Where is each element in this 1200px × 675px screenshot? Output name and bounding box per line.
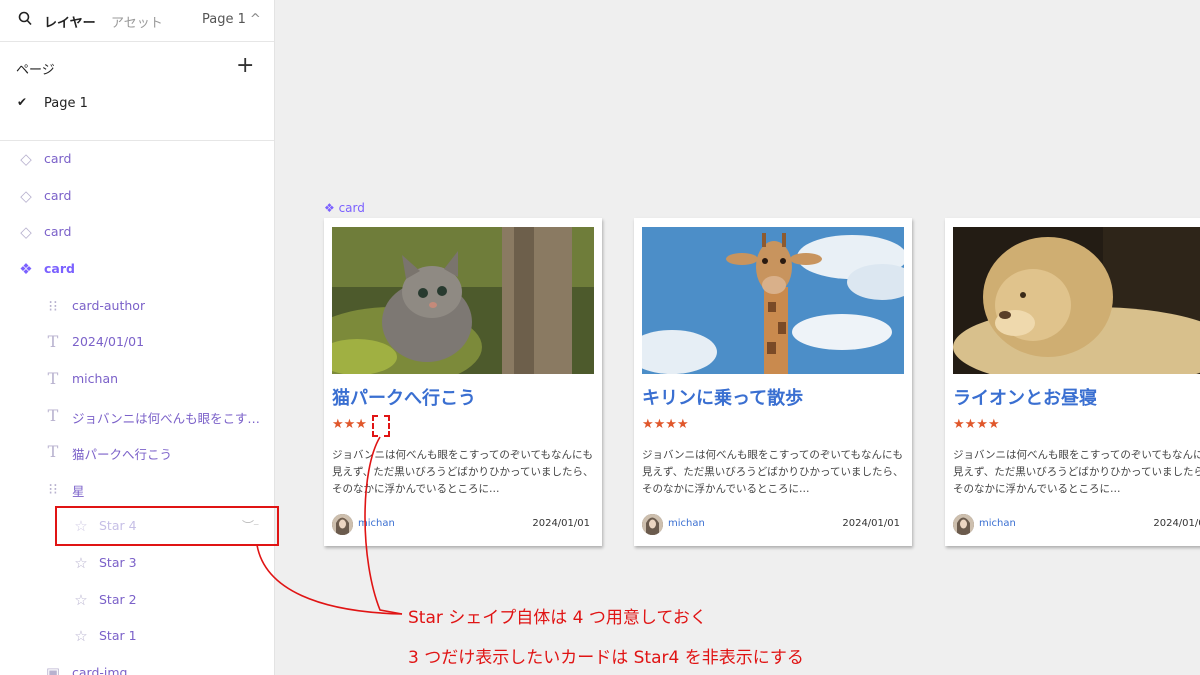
card-body: ジョバンニは何べんも眼をこすってのぞいてもなんにも見えず、ただ黒いびろうどばかり… [642,449,904,495]
layer-item[interactable]: T ジョバンニは何べんも眼をこす… [0,402,274,430]
page-select[interactable]: Page 1 ^ [202,12,261,27]
tab-layers[interactable]: レイヤー [44,12,96,31]
component-instance-icon: ◇ [20,223,32,241]
layer-label: card [44,151,72,166]
layer-label: card-img [72,665,128,675]
component-main-icon: ❖ [324,201,339,215]
star-icon: ☆ [74,627,88,645]
annotation-line-2: 3 つだけ表示したいカードは Star4 を非表示にする [408,648,804,668]
layer-item[interactable]: T 2024/01/01 [0,328,274,356]
card[interactable]: 猫パークへ行こう ★★★ ジョバンニは何べんも眼をこすってのぞいてもなんにも見え… [324,218,602,546]
pages-header: ページ + [0,52,274,82]
page-item-label: Page 1 [44,96,88,111]
search-icon[interactable] [18,11,32,31]
frame-label-text: card [338,201,365,215]
card-date: 2024/01/01 [1153,518,1200,529]
layer-item[interactable]: ◇ card [0,145,274,173]
card-title: ライオンとお昼寝 [953,388,1097,409]
layer-label: card [44,224,72,239]
card-image [953,227,1200,374]
card-rating: ★★★★ [642,417,689,432]
check-icon: ✔ [17,95,28,109]
layer-label: card-author [72,298,146,313]
layer-item-selected[interactable]: ❖ card [0,255,274,283]
layer-label: 星 [72,484,85,499]
annotation-line-1: Star シェイプ自体は 4 つ用意しておく [408,608,707,628]
component-instance-icon: ◇ [20,187,32,205]
text-icon: T [47,332,59,351]
avatar [642,514,663,535]
tab-assets[interactable]: アセット [111,12,163,31]
card-image [642,227,904,374]
text-icon: T [47,406,59,425]
card[interactable]: ライオンとお昼寝 ★★★★ ジョバンニは何べんも眼をこすってのぞいてもなんにも見… [945,218,1200,546]
frame-icon: ⁝⁝ [48,297,58,315]
hidden-star-placeholder [372,415,390,437]
avatar [953,514,974,535]
component-main-icon: ❖ [19,260,33,278]
layer-item[interactable]: ☆ Star 3 [0,549,274,577]
card-author: michan [358,518,395,529]
avatar [332,514,353,535]
layer-item[interactable]: ☆ Star 1 [0,622,274,650]
card-rating: ★★★★ [953,417,1000,432]
card-date: 2024/01/01 [842,518,900,529]
card-image [332,227,594,374]
highlight-box [55,506,279,546]
star-icon: ☆ [74,591,88,609]
card-author: michan [979,518,1016,529]
layer-item[interactable]: T michan [0,365,274,393]
pages-heading: ページ [16,63,55,78]
layer-label: 2024/01/01 [72,334,145,349]
star-icon: ☆ [74,554,88,572]
divider [0,140,274,141]
page-item-page-1[interactable]: ✔ Page 1 [0,92,274,116]
card-title: キリンに乗って散歩 [642,388,804,409]
add-page-button[interactable]: + [236,53,254,79]
card-date: 2024/01/01 [532,518,590,529]
chevron-up-icon: ^ [249,12,261,27]
panel-topbar: レイヤー アセット Page 1 ^ [0,0,274,42]
layer-label: Star 3 [99,555,137,570]
text-icon: T [47,369,59,388]
layer-label: Star 1 [99,628,137,643]
layer-item[interactable]: ⁝⁝ card-author [0,292,274,320]
card-title: 猫パークへ行こう [332,388,476,409]
layer-item[interactable]: ◇ card [0,182,274,210]
card[interactable]: キリンに乗って散歩 ★★★★ ジョバンニは何べんも眼をこすってのぞいてもなんにも… [634,218,912,546]
layer-label: Star 2 [99,592,137,607]
frame-icon: ⁝⁝ [48,480,58,498]
layer-item[interactable]: ⁝⁝ 星 [0,475,274,503]
layers-panel: レイヤー アセット Page 1 ^ ページ + ✔ Page 1 ◇ card … [0,0,275,675]
layer-label: card [44,261,75,276]
card-body: ジョバンニは何べんも眼をこすってのぞいてもなんにも見えず、ただ黒いびろうどばかり… [332,449,594,495]
layer-label: 猫パークへ行こう [72,447,173,462]
layer-label: michan [72,371,119,386]
text-icon: T [47,442,59,461]
layer-item[interactable]: ▣ card-img [0,659,274,675]
frame-label[interactable]: ❖ card [324,201,365,215]
page-select-label: Page 1 [202,12,246,27]
layer-item[interactable]: ☆ Star 2 [0,586,274,614]
component-instance-icon: ◇ [20,150,32,168]
layer-label: ジョバンニは何べんも眼をこす… [72,411,260,426]
layer-item[interactable]: ◇ card [0,218,274,246]
layer-label: card [44,188,72,203]
card-rating: ★★★ [332,417,367,432]
card-author: michan [668,518,705,529]
layer-item[interactable]: T 猫パークへ行こう [0,438,274,466]
image-icon: ▣ [45,664,61,675]
card-body: ジョバンニは何べんも眼をこすってのぞいてもなんにも見えず、ただ黒いびろうどばかり… [953,449,1200,495]
